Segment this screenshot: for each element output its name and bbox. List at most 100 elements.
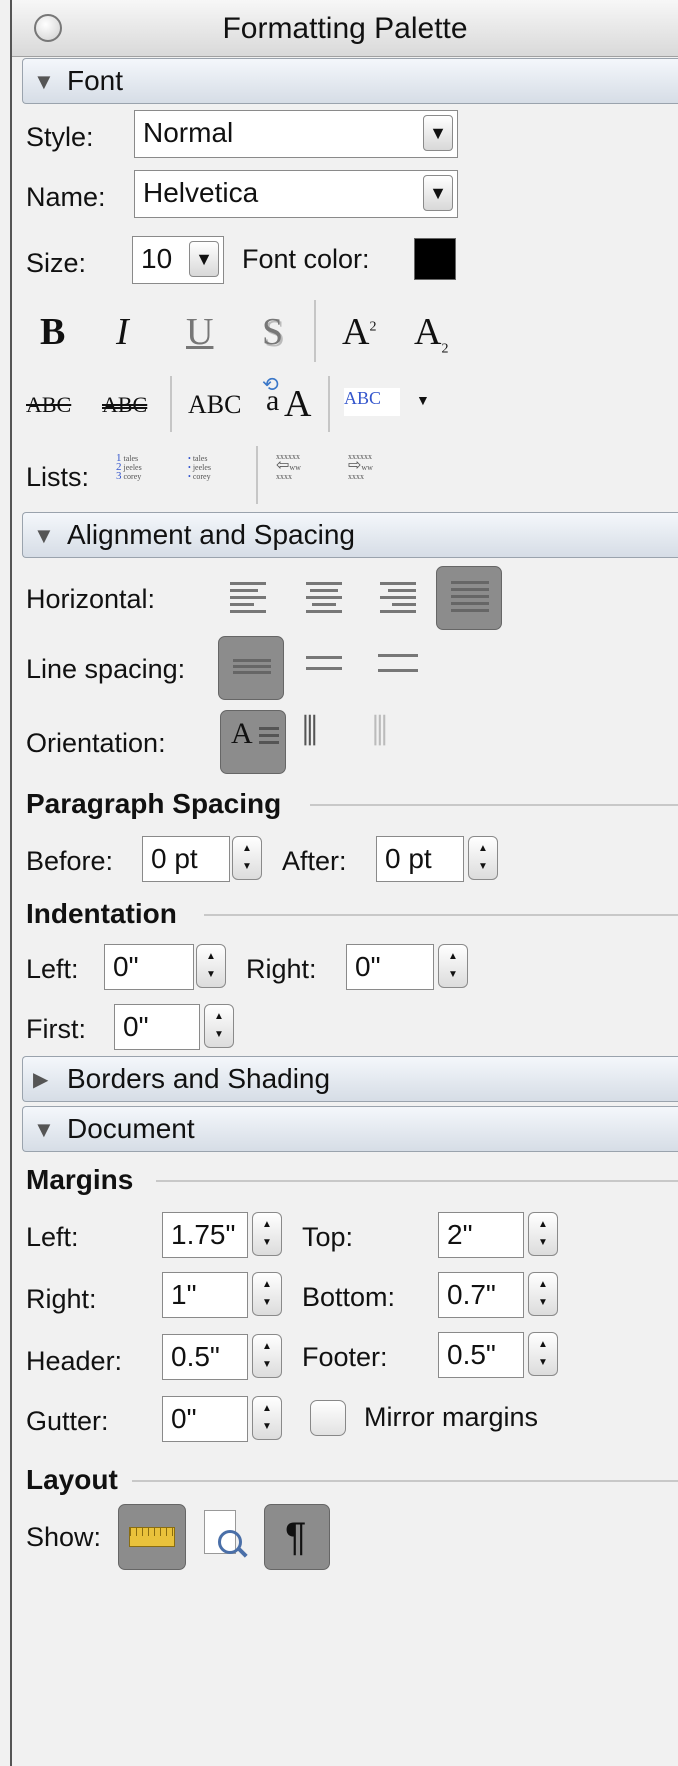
highlight-dropdown-icon[interactable]: ▼ (416, 392, 430, 408)
strikethrough-button[interactable]: ABC (26, 392, 71, 418)
after-stepper[interactable] (468, 836, 498, 880)
group-rule (204, 914, 678, 916)
alignment-section-header[interactable]: ▼ Alignment and Spacing (22, 512, 678, 558)
indent-right-field[interactable]: 0" (346, 944, 434, 990)
paragraph-spacing-heading: Paragraph Spacing (26, 788, 282, 819)
font-section-header[interactable]: ▼ Font (22, 58, 678, 104)
font-size-combo[interactable]: 10 ▼ (132, 236, 224, 284)
gutter-stepper[interactable] (252, 1396, 282, 1440)
small-caps-button[interactable]: ABC (188, 390, 241, 420)
single-spacing-button[interactable] (218, 636, 284, 700)
toolbar-divider (328, 376, 330, 432)
margin-footer-label: Footer: (302, 1342, 388, 1372)
before-field[interactable]: 0 pt (142, 836, 230, 882)
dropdown-arrow-icon[interactable]: ▼ (189, 241, 219, 277)
title-bar[interactable]: Formatting Palette (12, 0, 678, 57)
margin-left-field[interactable]: 1.75" (162, 1212, 248, 1258)
margin-right-field[interactable]: 1" (162, 1272, 248, 1318)
indent-left-stepper[interactable] (196, 944, 226, 988)
dropdown-arrow-icon[interactable]: ▼ (423, 115, 453, 151)
disclosure-open-icon: ▼ (33, 523, 55, 548)
indent-first-stepper[interactable] (204, 1004, 234, 1048)
superscript-mark: 2 (369, 319, 377, 335)
decrease-indent-icon: xxxxxx ⇦ww xxxx (276, 452, 301, 481)
before-stepper[interactable] (232, 836, 262, 880)
group-rule (310, 804, 678, 806)
indent-left-label: Left: (26, 954, 79, 984)
margin-left-stepper[interactable] (252, 1212, 282, 1256)
font-section-label: Font (67, 65, 124, 96)
margin-footer-field[interactable]: 0.5" (438, 1332, 524, 1378)
indent-left-field[interactable]: 0" (104, 944, 194, 990)
text-lines-icon (259, 727, 279, 748)
justify-icon (451, 581, 489, 616)
align-left-button[interactable] (230, 582, 266, 617)
decrease-indent-button[interactable]: xxxxxx ⇦ww xxxx (276, 452, 332, 500)
bold-button[interactable]: B (40, 310, 65, 354)
margin-header-field[interactable]: 0.5" (162, 1334, 248, 1380)
after-field[interactable]: 0 pt (376, 836, 464, 882)
margin-header-label: Header: (26, 1346, 123, 1376)
all-caps-large: A (284, 383, 312, 425)
line-spacing-label: Line spacing: (26, 654, 186, 684)
magnifier-handle-icon (236, 1546, 248, 1558)
underline-button[interactable]: U (186, 310, 213, 354)
indent-right-stepper[interactable] (438, 944, 468, 988)
indent-first-field[interactable]: 0" (114, 1004, 200, 1050)
margin-footer-stepper[interactable] (528, 1332, 558, 1376)
margin-top-stepper[interactable] (528, 1212, 558, 1256)
bulleted-list-button[interactable]: • tales • jeeles • corey (188, 454, 238, 498)
dropdown-arrow-icon[interactable]: ▼ (423, 175, 453, 211)
show-label: Show: (26, 1522, 102, 1552)
ruler-toggle-button[interactable] (118, 1504, 186, 1570)
highlight-button[interactable]: ABC (344, 388, 400, 416)
before-label: Before: (26, 846, 114, 876)
double-strikethrough-button[interactable]: ABC (102, 392, 147, 418)
shadow-button[interactable]: S (262, 310, 283, 354)
numbered-list-button[interactable]: 1 tales 2 jeeles 3 corey (116, 452, 166, 498)
style-combo[interactable]: Normal ▼ (134, 110, 458, 158)
toolbar-divider (256, 446, 258, 504)
font-color-swatch[interactable] (414, 238, 456, 280)
highlight-sample: ABC (344, 388, 382, 408)
margin-bottom-field[interactable]: 0.7" (438, 1272, 524, 1318)
margin-bottom-stepper[interactable] (528, 1272, 558, 1316)
margin-header-stepper[interactable] (252, 1334, 282, 1378)
mirror-margins-label: Mirror margins (364, 1402, 539, 1432)
font-name-combo[interactable]: Helvetica ▼ (134, 170, 458, 218)
paragraph-marks-button[interactable]: ¶ (264, 1504, 330, 1570)
align-right-button[interactable] (380, 582, 416, 617)
margin-right-stepper[interactable] (252, 1272, 282, 1316)
print-preview-button[interactable] (200, 1506, 248, 1566)
disclosure-closed-icon: ▶ (33, 1069, 49, 1091)
vertical-orientation-up-icon[interactable]: ⫼ (372, 712, 388, 751)
italic-button[interactable]: I (116, 310, 129, 354)
window-edge (10, 0, 12, 1766)
all-caps-small: a (266, 384, 280, 417)
borders-section-header[interactable]: ▶ Borders and Shading (22, 1056, 678, 1102)
double-spacing-button[interactable] (378, 654, 418, 676)
disclosure-open-icon: ▼ (33, 69, 55, 94)
increase-indent-icon: xxxxxx ⇨ww xxxx (348, 452, 373, 481)
single-spacing-icon (233, 659, 271, 678)
margin-top-field[interactable]: 2" (438, 1212, 524, 1258)
gutter-field[interactable]: 0" (162, 1396, 248, 1442)
font-color-label: Font color: (242, 244, 370, 274)
mirror-margins-checkbox[interactable] (310, 1400, 346, 1436)
superscript-button[interactable]: A2 (342, 310, 376, 354)
orientation-glyph: A (231, 717, 253, 750)
all-caps-button[interactable]: ⟲ a A (262, 372, 316, 430)
one-half-spacing-button[interactable] (306, 656, 342, 674)
vertical-orientation-down-icon[interactable]: ⫼ (302, 712, 318, 751)
document-section-header[interactable]: ▼ Document (22, 1106, 678, 1152)
gutter-label: Gutter: (26, 1406, 109, 1436)
document-section-label: Document (67, 1113, 195, 1144)
horizontal-orientation-button[interactable]: A (220, 710, 286, 774)
window-title: Formatting Palette (222, 12, 468, 45)
align-center-button[interactable] (306, 582, 342, 617)
subscript-button[interactable]: A2 (414, 310, 448, 358)
style-value: Normal (143, 117, 234, 148)
increase-indent-button[interactable]: xxxxxx ⇨ww xxxx (348, 452, 404, 500)
justify-button[interactable] (436, 566, 502, 630)
numbered-list-icon: 1 tales 2 jeeles 3 corey (116, 452, 142, 482)
